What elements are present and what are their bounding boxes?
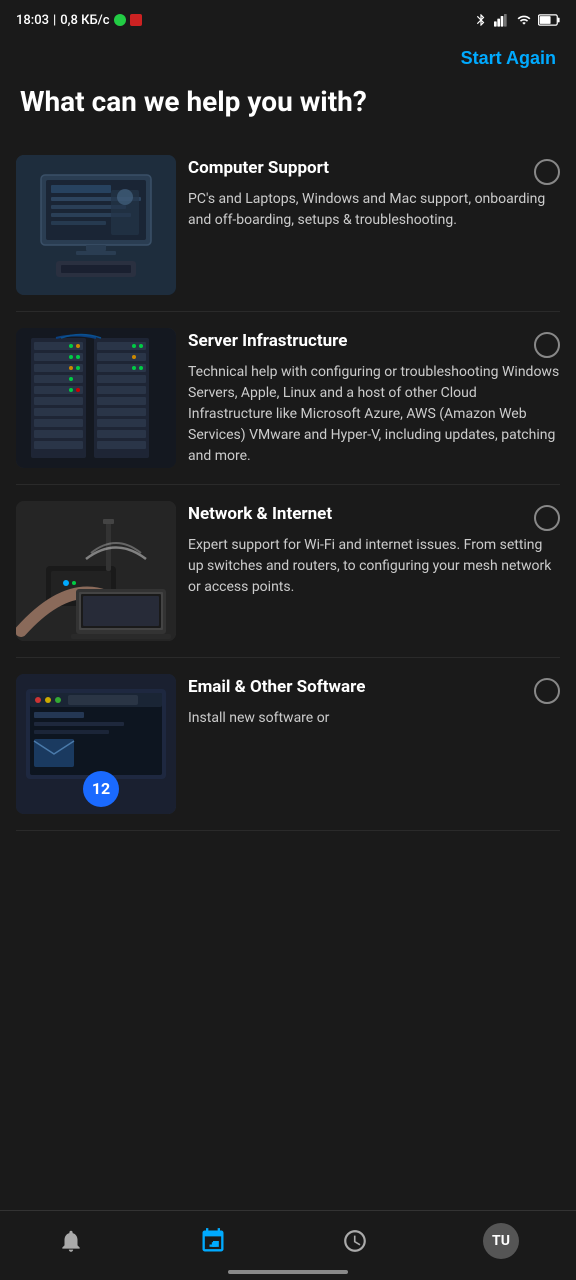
avatar-initials: TU	[492, 1233, 510, 1249]
svg-text:12: 12	[92, 779, 110, 798]
network-indicator-icon	[114, 14, 126, 26]
bell-icon	[57, 1227, 85, 1255]
data-speed: 0,8 КБ/с	[60, 13, 109, 28]
wifi-icon	[516, 13, 532, 27]
time: 18:03	[16, 13, 49, 28]
option-computer-support[interactable]: Computer Support PC's and Laptops, Windo…	[16, 139, 560, 312]
option-content-computer: Computer Support PC's and Laptops, Windo…	[188, 155, 560, 231]
option-content-network: Network & Internet Expert support for Wi…	[188, 501, 560, 598]
status-right	[474, 13, 560, 27]
option-title-network: Network & Internet	[188, 503, 526, 525]
signal-icon	[494, 13, 510, 27]
option-header-server: Server Infrastructure	[188, 330, 560, 358]
option-image-network	[16, 501, 176, 641]
nav-item-calendar[interactable]	[187, 1223, 239, 1259]
option-description-email: Install new software or	[188, 708, 560, 729]
option-radio-email[interactable]	[534, 678, 560, 704]
option-description-network: Expert support for Wi-Fi and internet is…	[188, 535, 560, 598]
options-container: Computer Support PC's and Laptops, Windo…	[0, 139, 576, 911]
calendar-plus-icon	[199, 1227, 227, 1255]
option-radio-server[interactable]	[534, 332, 560, 358]
home-indicator	[228, 1270, 348, 1274]
option-network-internet[interactable]: Network & Internet Expert support for Wi…	[16, 485, 560, 658]
header: Start Again	[0, 40, 576, 73]
recording-indicator-icon	[130, 14, 142, 26]
option-header-email: Email & Other Software	[188, 676, 560, 704]
option-title-server: Server Infrastructure	[188, 330, 526, 352]
options-list: Computer Support PC's and Laptops, Windo…	[0, 139, 576, 831]
option-title-email: Email & Other Software	[188, 676, 526, 698]
option-content-server: Server Infrastructure Technical help wit…	[188, 328, 560, 467]
option-title-computer: Computer Support	[188, 157, 526, 179]
option-description-server: Technical help with configuring or troub…	[188, 362, 560, 467]
user-avatar: TU	[483, 1223, 519, 1259]
option-image-computer	[16, 155, 176, 295]
bluetooth-icon	[474, 13, 488, 27]
start-again-button[interactable]: Start Again	[461, 48, 556, 69]
option-server-infrastructure[interactable]: Server Infrastructure Technical help wit…	[16, 312, 560, 485]
option-header-computer: Computer Support	[188, 157, 560, 185]
nav-item-notifications[interactable]	[45, 1223, 97, 1259]
option-content-email: Email & Other Software Install new softw…	[188, 674, 560, 729]
battery-indicator	[538, 13, 560, 27]
option-image-email: 12	[16, 674, 176, 814]
option-image-server	[16, 328, 176, 468]
nav-item-history[interactable]	[329, 1223, 381, 1259]
option-radio-computer[interactable]	[534, 159, 560, 185]
option-radio-network[interactable]	[534, 505, 560, 531]
option-email-software[interactable]: 12 Email & Other Software Install new so…	[16, 658, 560, 831]
nav-item-profile[interactable]: TU	[471, 1219, 531, 1263]
status-left: 18:03 | 0,8 КБ/с	[16, 13, 142, 28]
page-title: What can we help you with?	[0, 73, 576, 139]
status-bar: 18:03 | 0,8 КБ/с	[0, 0, 576, 40]
option-header-network: Network & Internet	[188, 503, 560, 531]
clock-icon	[341, 1227, 369, 1255]
option-description-computer: PC's and Laptops, Windows and Mac suppor…	[188, 189, 560, 231]
